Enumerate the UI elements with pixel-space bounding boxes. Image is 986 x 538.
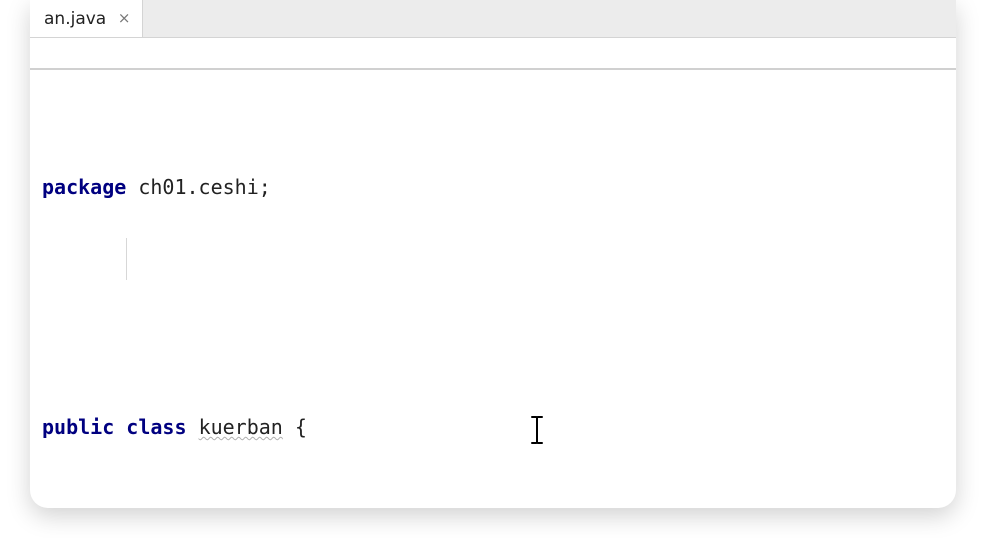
code-area[interactable]: package ch01.ceshi; public class kuerban… [30,82,956,508]
text [114,415,126,439]
text: { [295,415,307,439]
class-name: kuerban [199,415,283,439]
editor-window: an.java × package ch01.ceshi; public cla… [30,0,956,508]
fold-guide [126,238,127,280]
code-editor[interactable]: package ch01.ceshi; public class kuerban… [30,70,956,508]
text [187,415,199,439]
close-icon[interactable]: × [116,11,132,26]
code-line[interactable] [30,292,956,322]
code-line[interactable]: package ch01.ceshi; [30,172,956,202]
text [126,175,138,199]
keyword-package: package [42,175,126,199]
code-line[interactable]: public class kuerban { [30,412,956,442]
package-name: ch01.ceshi [138,175,258,199]
keyword-class: class [126,415,186,439]
text [283,415,295,439]
text: ; [259,175,271,199]
tab-label: an.java [44,9,106,29]
keyword-public: public [42,415,114,439]
tab-bar: an.java × [30,0,956,38]
tab-file[interactable]: an.java × [30,0,143,37]
